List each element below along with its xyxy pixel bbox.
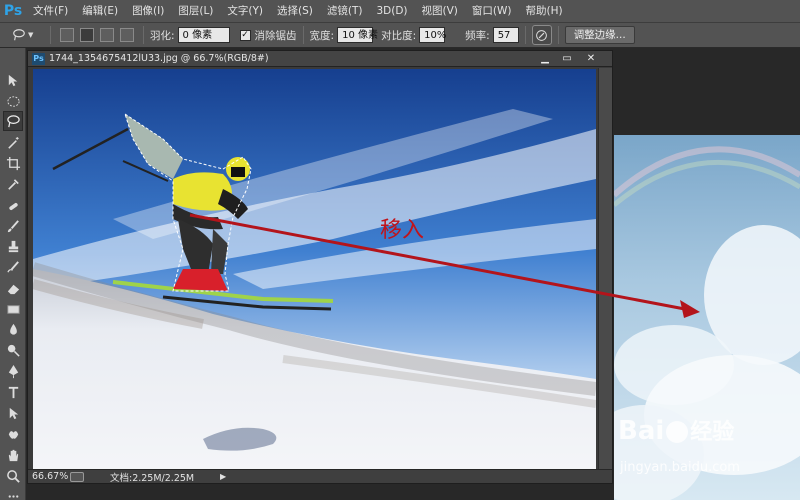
move-arrow-line [189,213,691,312]
arrow-head-icon [680,300,700,318]
annotation-label: 移入 [380,218,425,243]
photoshop-window: Ps 文件(F) 编辑(E) 图像(I) 图层(L) 文字(Y) 选择(S) 滤… [0,0,800,500]
annotation-layer [189,213,700,318]
